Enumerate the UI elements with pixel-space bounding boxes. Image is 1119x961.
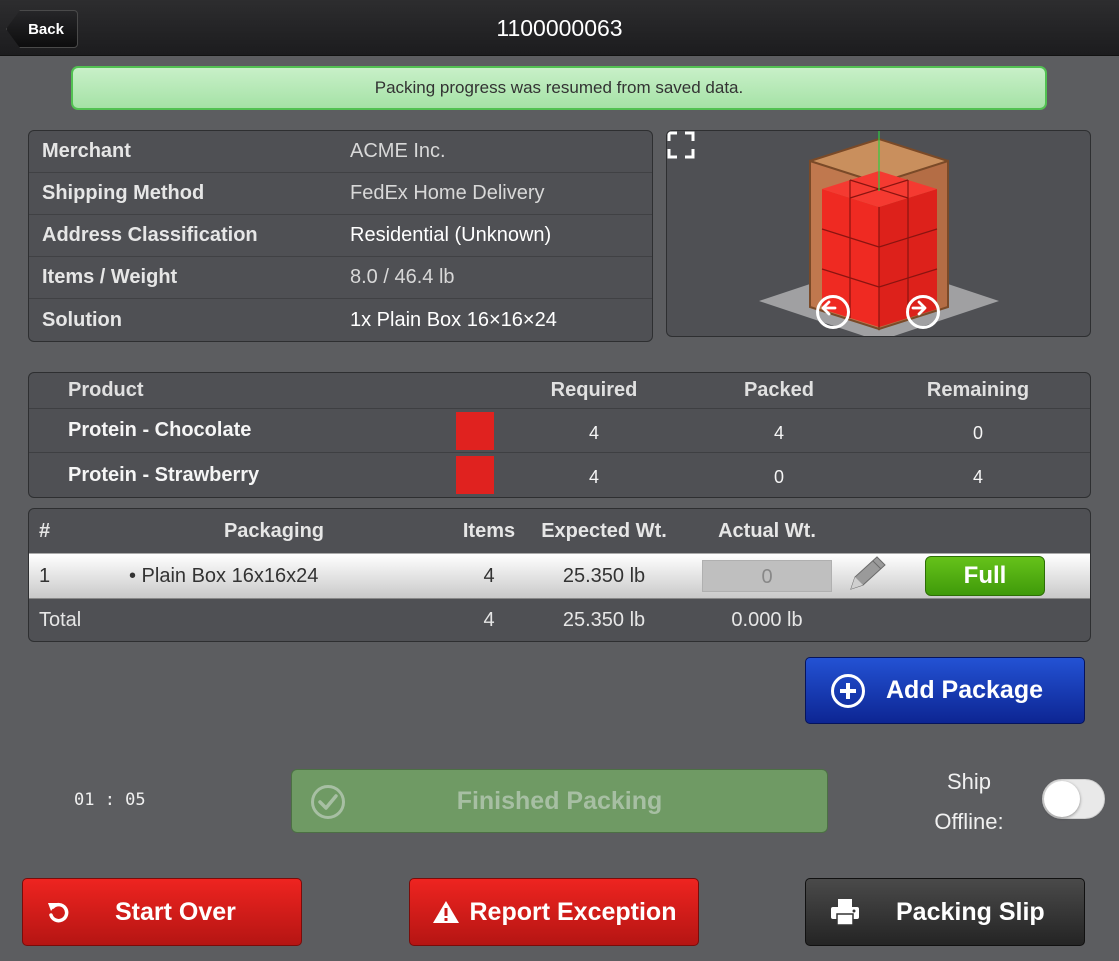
total-items: 4: [483, 608, 495, 631]
packed-count: 0: [773, 467, 784, 487]
info-row-shipping-method: Shipping Method FedEx Home Delivery: [29, 173, 652, 215]
finished-packing-button[interactable]: Finished Packing: [291, 769, 828, 833]
product-row[interactable]: Protein - Strawberry 4 0 4: [29, 453, 1090, 497]
top-bar: Back 1100000063: [0, 0, 1119, 56]
total-actual-weight: 0.000 lb: [731, 608, 803, 631]
required-count: 4: [588, 422, 599, 443]
report-exception-label: Report Exception: [469, 897, 677, 926]
info-row-merchant: Merchant ACME Inc.: [29, 131, 652, 173]
page-title: 1100000063: [496, 14, 623, 41]
resume-notice-banner: Packing progress was resumed from saved …: [71, 66, 1047, 110]
package-items: 4: [483, 564, 495, 587]
product-table: Product Required Packed Remaining Protei…: [28, 372, 1091, 498]
column-header-packaging: Packaging: [223, 519, 325, 542]
ship-offline-toggle[interactable]: [1042, 779, 1105, 819]
undo-icon: [48, 902, 69, 923]
remaining-count: 0: [972, 422, 983, 443]
info-value: FedEx Home Delivery: [350, 182, 545, 204]
product-name: Protein - Chocolate: [68, 419, 252, 441]
finished-packing-label: Finished Packing: [456, 786, 663, 815]
rotate-right-button[interactable]: [906, 295, 940, 329]
total-expected-weight: 25.350 lb: [562, 608, 646, 631]
package-name: • Plain Box 16x16x24: [129, 564, 319, 587]
info-label: Merchant: [42, 140, 131, 162]
product-color-swatch: [456, 456, 494, 494]
packing-timer: 01 : 05: [74, 790, 146, 810]
package-table: # Packaging Items Expected Wt. Actual Wt…: [28, 508, 1091, 642]
info-value: Residential (Unknown): [350, 224, 552, 246]
package-row[interactable]: 1 • Plain Box 16x16x24 4 25.350 lb 0 Ful…: [29, 553, 1090, 599]
fullscreen-icon[interactable]: [667, 131, 695, 159]
box-3d-render: [759, 131, 999, 336]
check-circle-icon: [311, 785, 345, 819]
info-label: Items / Weight: [42, 266, 178, 288]
printer-icon: [831, 899, 859, 926]
package-full-button[interactable]: Full: [925, 556, 1045, 596]
start-over-button[interactable]: Start Over: [22, 878, 302, 946]
info-value: 1x Plain Box 16×16×24: [350, 308, 557, 331]
packing-slip-button[interactable]: Packing Slip: [805, 878, 1085, 946]
column-header-expected-weight: Expected Wt.: [541, 519, 667, 542]
package-expected-weight: 25.350 lb: [562, 564, 646, 587]
arrow-right-icon: [911, 300, 927, 316]
column-header-product: Product: [68, 379, 144, 401]
warning-icon: [432, 901, 459, 923]
toggle-knob: [1044, 781, 1080, 817]
arrow-left-icon: [821, 300, 837, 316]
info-label: Shipping Method: [42, 182, 205, 204]
package-total-row: Total 4 25.350 lb 0.000 lb: [29, 599, 1090, 641]
plus-circle-icon: [831, 673, 865, 708]
ship-offline-label-line1: Ship: [946, 769, 992, 794]
info-label: Solution: [42, 308, 122, 331]
ship-offline-label-line2: Offline:: [934, 809, 1004, 834]
package-number: 1: [39, 564, 51, 587]
package-table-header: # Packaging Items Expected Wt. Actual Wt…: [29, 509, 1090, 553]
column-header-actual-weight: Actual Wt.: [718, 519, 816, 542]
pencil-icon: [850, 556, 886, 590]
packed-count: 4: [773, 422, 784, 443]
required-count: 4: [588, 467, 599, 487]
info-row-solution: Solution 1x Plain Box 16×16×24: [29, 299, 652, 341]
info-label: Address Classification: [42, 224, 258, 246]
column-header-items: Items: [462, 519, 516, 542]
report-exception-button[interactable]: Report Exception: [409, 878, 699, 946]
info-value: 8.0 / 46.4 lb: [350, 266, 455, 288]
box-3d-viewer[interactable]: [666, 130, 1091, 337]
product-row[interactable]: Protein - Chocolate 4 4 0: [29, 409, 1090, 453]
order-info-panel: Merchant ACME Inc. Shipping Method FedEx…: [28, 130, 653, 342]
add-package-button[interactable]: Add Package: [805, 657, 1085, 724]
rotate-left-button[interactable]: [816, 295, 850, 329]
edit-package-button[interactable]: [845, 553, 925, 599]
info-row-address-classification: Address Classification Residential (Unkn…: [29, 215, 652, 257]
actual-weight-input[interactable]: 0: [702, 560, 832, 592]
info-value: ACME Inc.: [350, 140, 446, 162]
product-name: Protein - Strawberry: [68, 463, 260, 486]
packing-slip-label: Packing Slip: [896, 897, 1045, 926]
product-table-header: Product Required Packed Remaining: [29, 373, 1090, 409]
ship-offline-label: Ship Offline:: [918, 762, 1020, 842]
info-row-items-weight: Items / Weight 8.0 / 46.4 lb: [29, 257, 652, 299]
product-color-swatch: [456, 411, 494, 450]
column-header-packed: Packed: [743, 379, 815, 401]
add-package-label: Add Package: [886, 676, 1044, 704]
remaining-count: 4: [972, 467, 983, 487]
total-label: Total: [39, 608, 82, 631]
column-header-required: Required: [550, 379, 638, 401]
start-over-label: Start Over: [115, 897, 236, 926]
column-header-number: #: [39, 519, 51, 542]
column-header-remaining: Remaining: [926, 379, 1030, 401]
